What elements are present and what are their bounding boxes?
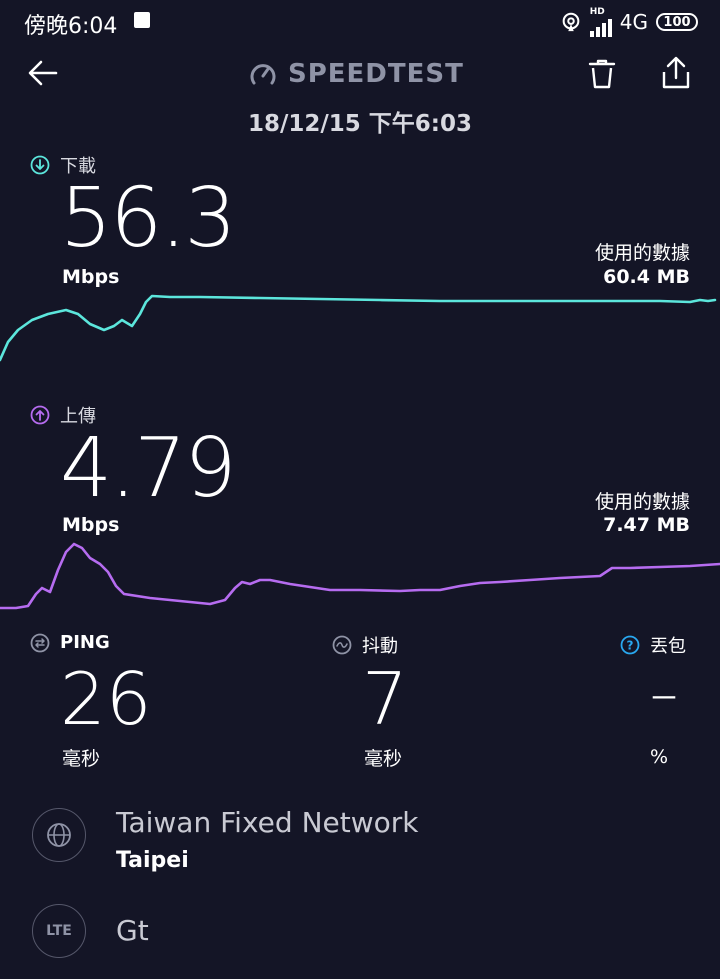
ping-label-text: PING <box>60 632 110 653</box>
globe-icon <box>47 823 71 847</box>
battery-level: 100 <box>663 14 691 30</box>
upload-data-used-label: 使用的數據 <box>594 491 690 513</box>
globe-icon-wrapper <box>32 808 86 862</box>
jitter-label-text: 抖動 <box>362 636 398 657</box>
signal-icon <box>589 17 612 37</box>
back-arrow-icon[interactable] <box>26 56 60 90</box>
status-right: HD 4G 100 <box>560 6 698 37</box>
lte-icon-text: LTE <box>46 923 72 939</box>
connection-name: Gt <box>116 914 149 947</box>
status-bar: 傍晚6:04 HD 4G 100 <box>0 0 720 44</box>
ping-unit: 毫秒 <box>62 748 101 770</box>
download-value: 56.3 <box>60 171 237 266</box>
upload-data-used: 7.47 MB <box>603 514 690 536</box>
brand-name: SPEEDTEST <box>288 59 464 89</box>
upload-graph <box>0 542 720 610</box>
jitter-value: 7 <box>362 657 408 741</box>
hotspot-icon <box>562 12 580 32</box>
download-arrow-icon <box>30 155 50 175</box>
ping-value: 26 <box>60 657 152 741</box>
ping-label: PING <box>30 632 110 653</box>
jitter-unit: 毫秒 <box>364 748 403 770</box>
upload-arrow-icon <box>30 405 50 425</box>
notification-icon <box>134 12 150 28</box>
test-datetime: 18/12/15 下午6:03 <box>247 111 473 137</box>
provider-location: Taipei <box>116 848 189 873</box>
status-time: 傍晚6:04 <box>24 14 118 39</box>
battery-icon: 100 <box>656 13 698 31</box>
lte-icon: LTE <box>32 904 86 958</box>
svg-text:?: ? <box>627 639 634 653</box>
network-type: 4G <box>619 10 648 34</box>
download-graph <box>0 294 717 362</box>
provider-name: Taiwan Fixed Network <box>116 806 419 839</box>
speedtest-logo: SPEEDTEST <box>248 58 464 90</box>
help-icon[interactable]: ? <box>620 635 640 655</box>
jitter-icon <box>332 635 352 655</box>
signal-group: HD <box>589 6 612 37</box>
packet-loss-unit: % <box>650 746 669 768</box>
upload-value: 4.79 <box>60 421 237 516</box>
download-data-used-label: 使用的數據 <box>594 242 690 264</box>
upload-unit: Mbps <box>62 514 120 536</box>
speedometer-icon <box>250 64 276 85</box>
share-icon[interactable] <box>660 56 692 90</box>
jitter-label: 抖動 <box>332 632 398 658</box>
trash-icon[interactable] <box>588 58 616 90</box>
ping-icon <box>30 633 50 652</box>
packet-loss-value: – <box>650 662 678 727</box>
hd-badge: HD <box>589 6 605 17</box>
